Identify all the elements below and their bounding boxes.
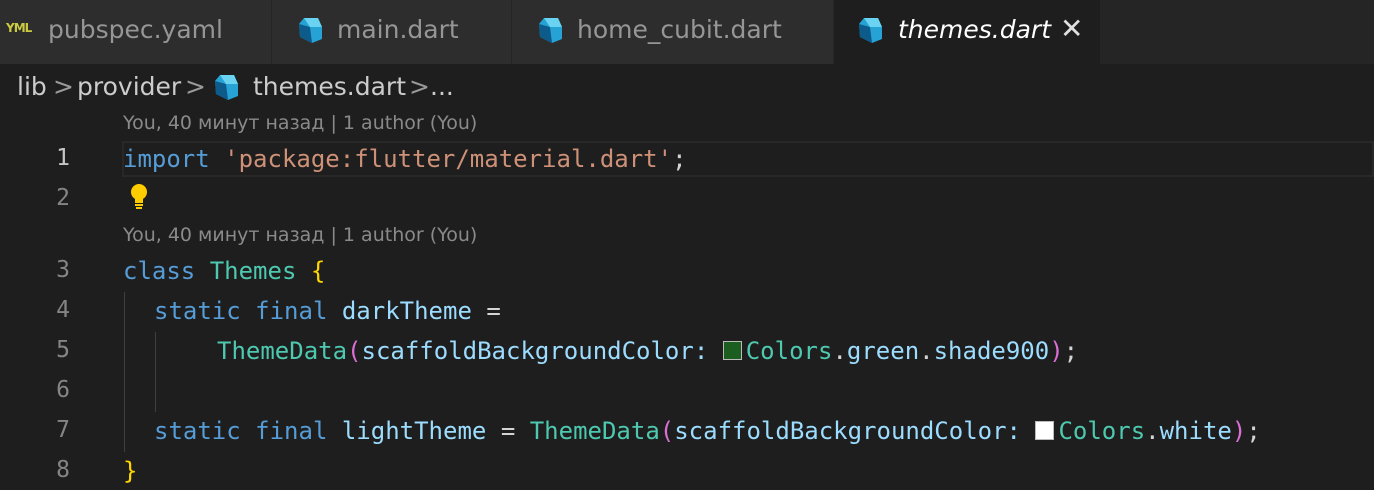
dart-file-icon	[299, 18, 322, 43]
lightbulb-icon[interactable]	[128, 182, 150, 210]
class-name-token: ThemeData	[529, 417, 660, 445]
keyword-token: static	[154, 297, 241, 325]
breadcrumb-separator: >	[185, 72, 206, 101]
bracket-token: }	[123, 457, 138, 485]
tab-pubspec-yaml[interactable]: YML pubspec.yaml	[0, 0, 272, 64]
tab-home-cubit-dart[interactable]: home_cubit.dart	[512, 0, 834, 64]
keyword-token: static	[154, 417, 241, 445]
punctuation-token: .	[832, 337, 847, 365]
breadcrumb-item-ellipsis[interactable]: ...	[430, 72, 454, 101]
breadcrumb-item-themes-dart[interactable]: themes.dart	[253, 72, 406, 101]
line-number: 7	[56, 417, 70, 443]
dart-file-icon	[539, 18, 562, 43]
punctuation-token: .	[919, 337, 934, 365]
tab-main-dart[interactable]: main.dart	[272, 0, 512, 64]
line-number: 2	[56, 185, 70, 211]
operator-token: =	[486, 297, 501, 325]
class-name-token: ThemeData	[217, 337, 348, 365]
code-line-3: class Themes {	[123, 257, 325, 285]
variable-token: darkTheme	[341, 297, 472, 325]
code-line-7: static final lightTheme = ThemeData(scaf…	[154, 417, 1261, 445]
editor-tab-bar: YML pubspec.yaml main.dart home_cubit.da…	[0, 0, 1374, 64]
color-swatch-white[interactable]	[1035, 421, 1055, 440]
line-number: 8	[56, 457, 70, 483]
line-number: 1	[56, 145, 70, 171]
keyword-token: import	[123, 145, 210, 173]
breadcrumb-separator: >	[409, 72, 430, 101]
punctuation-token: ;	[672, 145, 687, 173]
line-number: 5	[56, 337, 70, 363]
bracket-token: (	[659, 417, 675, 445]
tab-label: pubspec.yaml	[48, 15, 223, 44]
code-line-1: import 'package:flutter/material.dart';	[123, 145, 687, 173]
class-name-token: Colors	[1058, 417, 1146, 445]
punctuation-token: ;	[1063, 337, 1079, 365]
code-line-5: ThemeData(scaffoldBackgroundColor: Color…	[217, 337, 1078, 365]
codelens-author[interactable]: You, 40 минут назад | 1 author (You)	[123, 112, 477, 134]
keyword-token: final	[255, 417, 328, 445]
property-token: green	[846, 337, 920, 365]
operator-token: =	[500, 417, 516, 445]
code-line-4: static final darkTheme =	[154, 297, 501, 325]
dart-file-icon	[859, 18, 882, 43]
indent-guide	[155, 332, 156, 412]
bracket-token: {	[310, 257, 326, 285]
bracket-token: (	[347, 337, 362, 365]
tab-label: home_cubit.dart	[577, 15, 782, 44]
breadcrumb: lib > provider > themes.dart > ...	[0, 64, 1374, 110]
class-name-token: Themes	[209, 257, 297, 285]
parameter-token: scaffoldBackgroundColor:	[674, 417, 1021, 445]
breadcrumb-item-lib[interactable]: lib	[17, 72, 47, 101]
class-name-token: Colors	[745, 337, 833, 365]
bracket-token: )	[1049, 337, 1064, 365]
punctuation-token: ;	[1246, 417, 1261, 445]
keyword-token: final	[255, 297, 328, 325]
breadcrumb-separator: >	[53, 72, 74, 101]
keyword-token: class	[123, 257, 196, 285]
tab-themes-dart[interactable]: themes.dart ✕	[834, 0, 1101, 64]
color-swatch-green[interactable]	[722, 341, 742, 360]
dart-file-icon	[215, 75, 238, 100]
tab-label: themes.dart	[898, 15, 1052, 44]
indent-guide	[124, 292, 125, 452]
variable-token: lightTheme	[341, 417, 487, 445]
bracket-token: )	[1231, 417, 1247, 445]
breadcrumb-item-provider[interactable]: provider	[77, 72, 181, 101]
tab-label: main.dart	[337, 15, 459, 44]
punctuation-token: .	[1145, 417, 1160, 445]
property-token: white	[1159, 417, 1232, 445]
code-line-8: }	[123, 457, 137, 485]
line-number: 6	[56, 377, 70, 403]
string-token: 'package:flutter/material.dart'	[224, 145, 673, 173]
codelens-author[interactable]: You, 40 минут назад | 1 author (You)	[123, 224, 477, 246]
line-number: 3	[56, 257, 70, 283]
parameter-token: scaffoldBackgroundColor:	[361, 337, 709, 365]
yaml-file-icon: YML	[6, 21, 32, 35]
property-token: shade900	[933, 337, 1050, 365]
line-number: 4	[56, 297, 70, 323]
close-icon[interactable]: ✕	[1060, 12, 1083, 45]
